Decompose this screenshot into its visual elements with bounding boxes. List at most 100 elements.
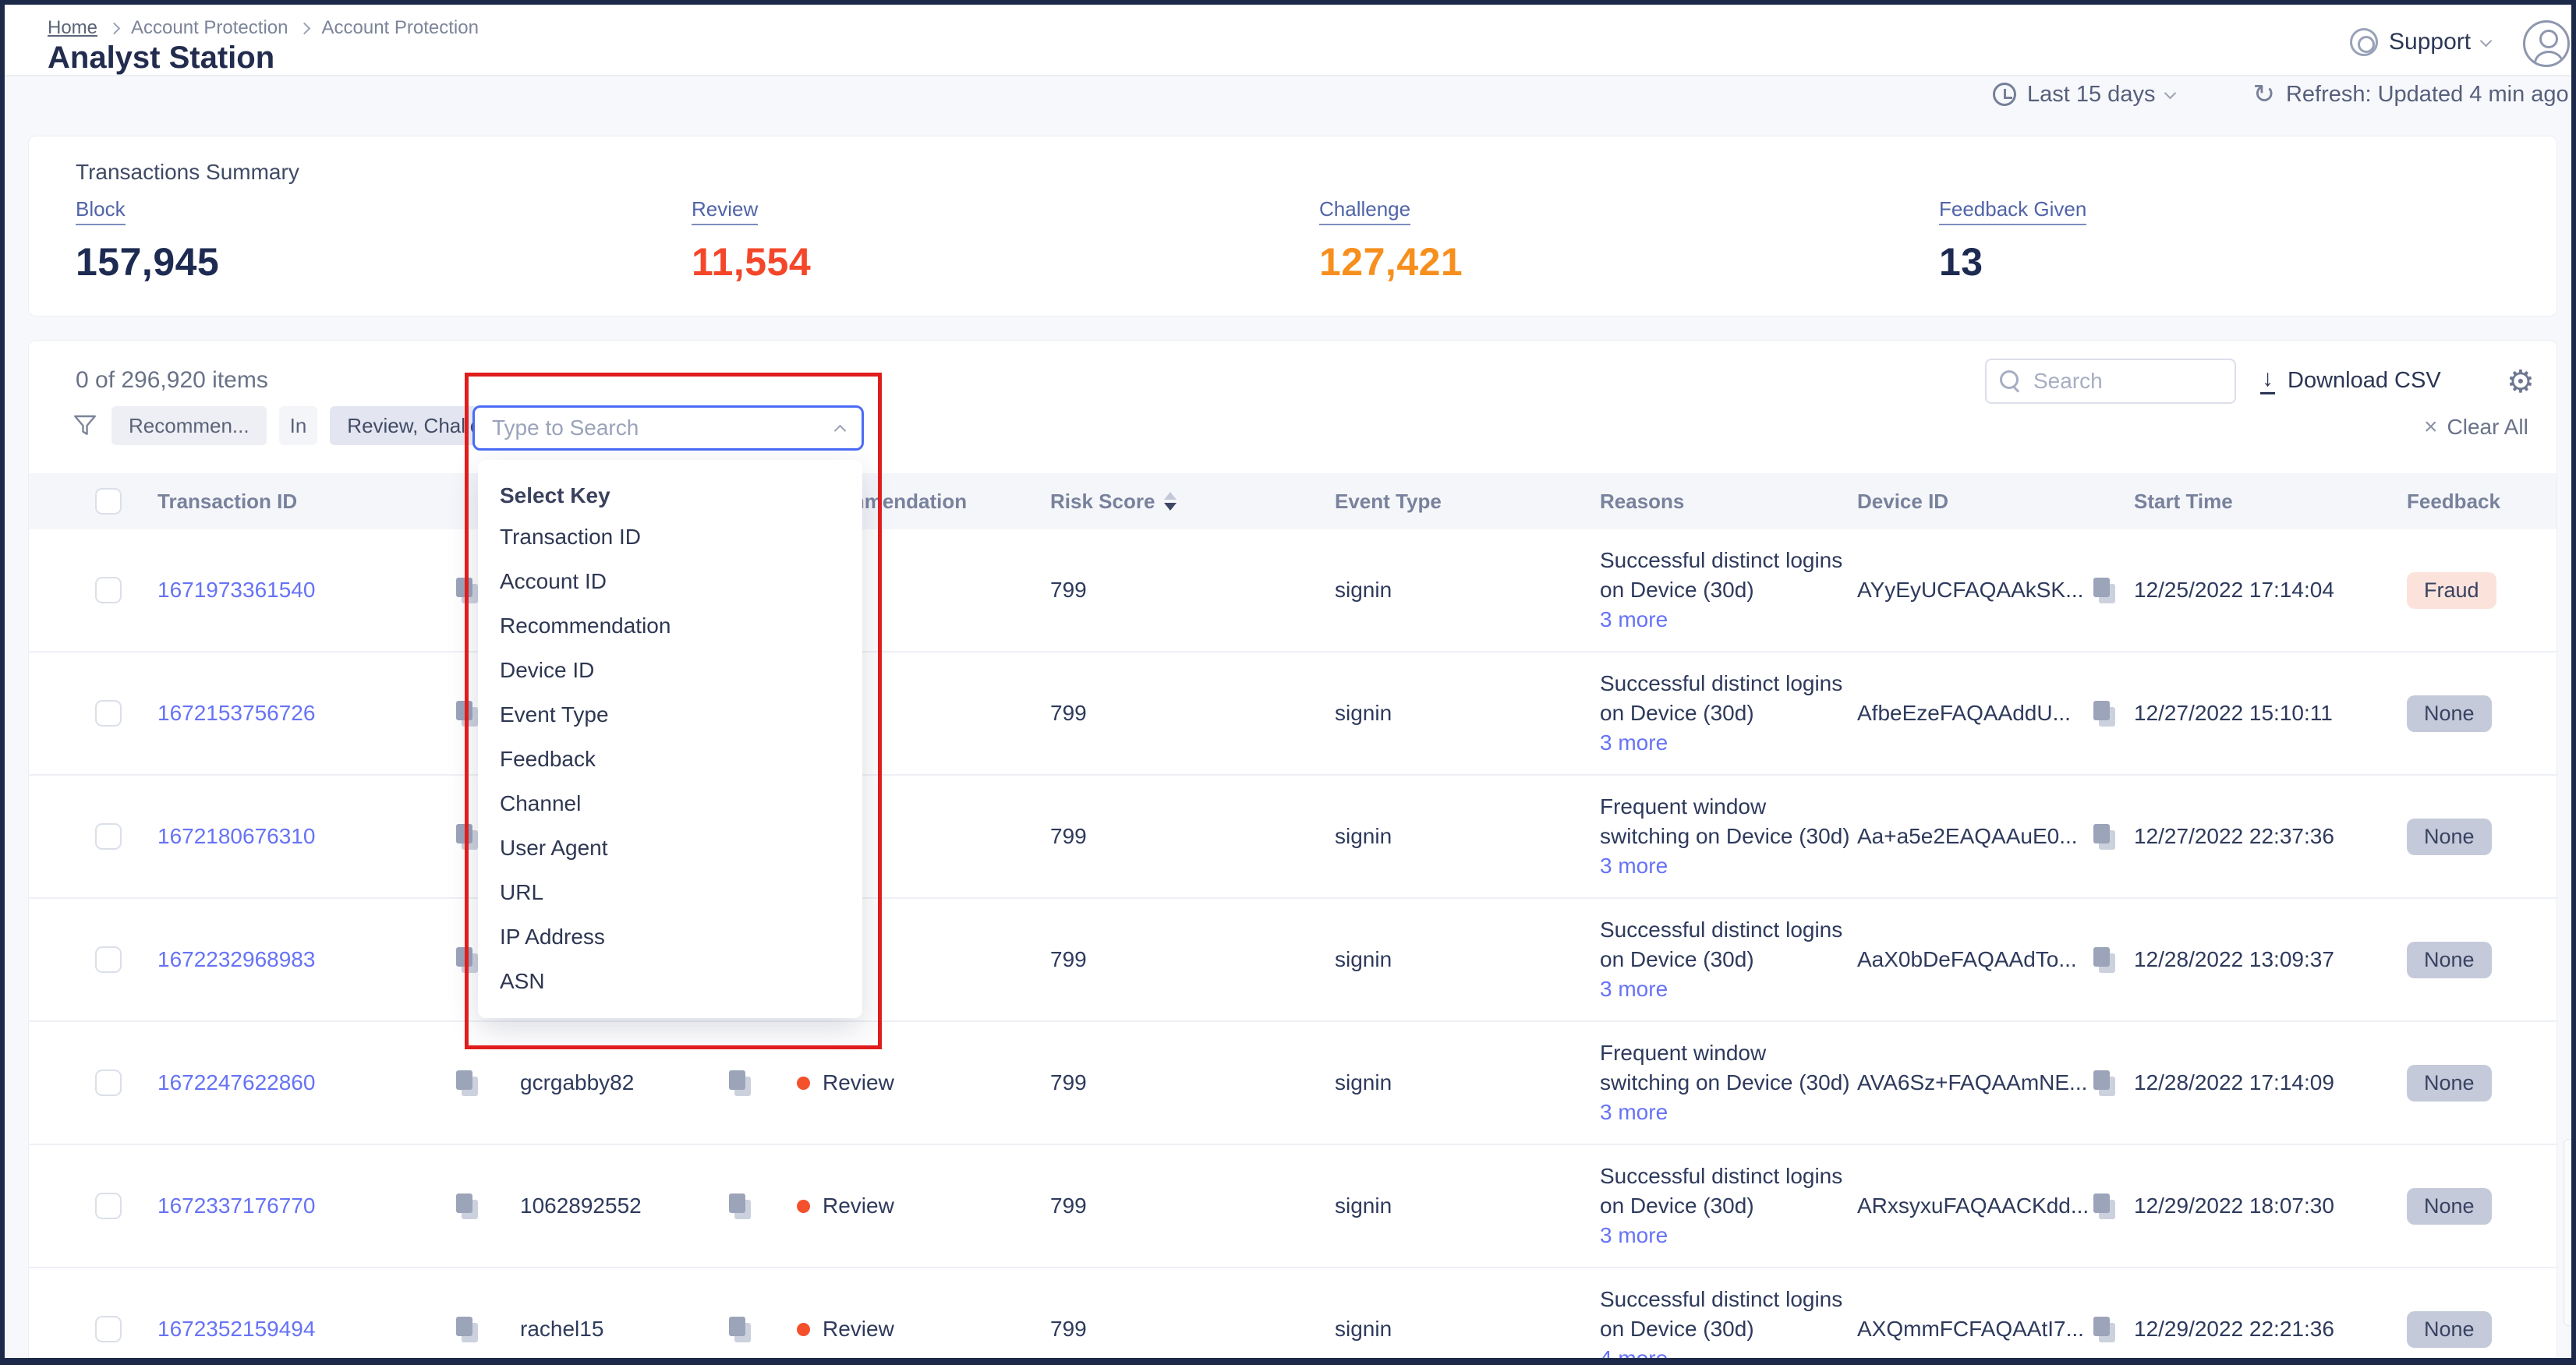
table-settings-button[interactable]: ⚙ bbox=[2507, 364, 2535, 400]
row-checkbox[interactable] bbox=[95, 823, 122, 850]
copy-icon[interactable] bbox=[727, 1314, 753, 1345]
metric-review-value: 11,554 bbox=[692, 239, 811, 285]
dropdown-option-ip-address[interactable]: IP Address bbox=[500, 914, 862, 959]
start-time-cell: 12/29/2022 22:21:36 bbox=[2134, 1317, 2407, 1342]
reason-text: Successful distinct logins on Device (30… bbox=[1600, 1285, 1857, 1344]
support-icon bbox=[2350, 28, 2378, 56]
review-dot-icon bbox=[797, 1323, 810, 1336]
select-all-checkbox[interactable] bbox=[95, 488, 122, 515]
more-reasons-link[interactable]: 4 more bbox=[1600, 1344, 1668, 1365]
more-reasons-link[interactable]: 3 more bbox=[1600, 605, 1668, 635]
metric-challenge-label[interactable]: Challenge bbox=[1319, 197, 1410, 225]
reason-text: Frequent window switching on Device (30d… bbox=[1600, 1038, 1857, 1098]
metric-challenge: Challenge 127,421 bbox=[1319, 197, 1463, 285]
breadcrumb-item[interactable]: Account Protection bbox=[131, 17, 288, 39]
feedback-badge: Fraud bbox=[2407, 572, 2496, 609]
copy-icon[interactable] bbox=[454, 698, 480, 729]
more-reasons-link[interactable]: 3 more bbox=[1600, 1221, 1668, 1250]
col-transaction-id[interactable]: Transaction ID bbox=[157, 490, 454, 514]
dropdown-option-recommendation[interactable]: Recommendation bbox=[500, 603, 862, 648]
download-csv-button[interactable]: ↓ Download CSV bbox=[2260, 367, 2441, 394]
copy-icon[interactable] bbox=[454, 1067, 480, 1098]
table-row: 1671973361540 799 signin Successful dist… bbox=[29, 529, 2557, 652]
transaction-id-link[interactable]: 1672352159494 bbox=[157, 1317, 315, 1342]
filter-chip-key[interactable]: Recommen... bbox=[111, 406, 267, 445]
user-avatar[interactable] bbox=[2523, 20, 2570, 67]
copy-icon[interactable] bbox=[2091, 1314, 2118, 1345]
copy-icon[interactable] bbox=[454, 1190, 480, 1222]
reason-text: Successful distinct logins on Device (30… bbox=[1600, 1162, 1857, 1221]
metric-challenge-value: 127,421 bbox=[1319, 239, 1463, 285]
refresh-button[interactable]: ↻ Refresh: Updated 4 min ago bbox=[2252, 81, 2568, 108]
col-event-type[interactable]: Event Type bbox=[1335, 490, 1600, 514]
copy-icon[interactable] bbox=[2091, 1190, 2118, 1222]
row-checkbox[interactable] bbox=[95, 1316, 122, 1342]
transaction-id-link[interactable]: 1671973361540 bbox=[157, 578, 315, 603]
metric-block-label[interactable]: Block bbox=[76, 197, 126, 225]
dropdown-option-channel[interactable]: Channel bbox=[500, 781, 862, 826]
row-checkbox[interactable] bbox=[95, 700, 122, 727]
dropdown-option-asn[interactable]: ASN bbox=[500, 959, 862, 1003]
row-checkbox[interactable] bbox=[95, 1070, 122, 1096]
dropdown-option-feedback[interactable]: Feedback bbox=[500, 737, 862, 781]
breadcrumb-home[interactable]: Home bbox=[48, 17, 97, 39]
more-reasons-link[interactable]: 3 more bbox=[1600, 1098, 1668, 1127]
start-time-cell: 12/28/2022 17:14:09 bbox=[2134, 1070, 2407, 1095]
feedback-badge: None bbox=[2407, 1188, 2492, 1225]
col-reasons[interactable]: Reasons bbox=[1600, 486, 1857, 516]
col-feedback[interactable]: Feedback bbox=[2407, 490, 2557, 514]
search-input[interactable] bbox=[2033, 369, 2213, 394]
clear-all-button[interactable]: × Clear All bbox=[2424, 414, 2528, 440]
copy-icon[interactable] bbox=[454, 821, 480, 852]
dropdown-option-user-agent[interactable]: User Agent bbox=[500, 826, 862, 870]
col-device-id[interactable]: Device ID bbox=[1857, 490, 2091, 514]
time-range-selector[interactable]: Last 15 days bbox=[1993, 82, 2174, 108]
col-start-time[interactable]: Start Time bbox=[2134, 490, 2407, 514]
metric-review-label[interactable]: Review bbox=[692, 197, 758, 225]
device-id-cell: ARxsyxuFAQAACKdd... bbox=[1857, 1193, 2089, 1218]
row-checkbox[interactable] bbox=[95, 1193, 122, 1219]
copy-icon[interactable] bbox=[2091, 698, 2118, 729]
table-search[interactable] bbox=[1985, 359, 2236, 404]
row-checkbox[interactable] bbox=[95, 577, 122, 603]
dropdown-option-device-id[interactable]: Device ID bbox=[500, 648, 862, 692]
support-menu[interactable]: Support bbox=[2350, 28, 2490, 56]
filter-chip-operator[interactable]: In bbox=[279, 406, 318, 445]
metric-feedback-given-label[interactable]: Feedback Given bbox=[1939, 197, 2086, 225]
transaction-id-link[interactable]: 1672153756726 bbox=[157, 701, 315, 726]
dropdown-option-url[interactable]: URL bbox=[500, 870, 862, 914]
transaction-id-link[interactable]: 1672337176770 bbox=[157, 1193, 315, 1218]
device-id-cell: AYyEyUCFAQAAkSK... bbox=[1857, 578, 2083, 603]
top-bar: Home Account Protection Account Protecti… bbox=[5, 5, 2571, 76]
sort-icon[interactable] bbox=[1164, 492, 1177, 511]
feedback-badge: None bbox=[2407, 1065, 2492, 1102]
col-risk-score[interactable]: Risk Score bbox=[1050, 490, 1335, 514]
transaction-id-link[interactable]: 1672180676310 bbox=[157, 824, 315, 849]
dropdown-option-account-id[interactable]: Account ID bbox=[500, 559, 862, 603]
risk-score-cell: 799 bbox=[1050, 1193, 1335, 1218]
more-reasons-link[interactable]: 3 more bbox=[1600, 728, 1668, 758]
copy-icon[interactable] bbox=[2091, 1067, 2118, 1098]
more-reasons-link[interactable]: 3 more bbox=[1600, 851, 1668, 881]
copy-icon[interactable] bbox=[727, 1190, 753, 1222]
risk-score-cell: 799 bbox=[1050, 824, 1335, 849]
dropdown-option-transaction-id[interactable]: Transaction ID bbox=[500, 515, 862, 559]
reason-text: Successful distinct logins on Device (30… bbox=[1600, 546, 1857, 605]
more-reasons-link[interactable]: 3 more bbox=[1600, 974, 1668, 1004]
copy-icon[interactable] bbox=[2091, 944, 2118, 975]
row-checkbox[interactable] bbox=[95, 946, 122, 973]
scrollbar-thumb[interactable] bbox=[2564, 1139, 2574, 1326]
risk-score-cell: 799 bbox=[1050, 1317, 1335, 1342]
copy-icon[interactable] bbox=[727, 1067, 753, 1098]
copy-icon[interactable] bbox=[454, 944, 480, 975]
dropdown-option-event-type[interactable]: Event Type bbox=[500, 692, 862, 737]
transaction-id-link[interactable]: 1672247622860 bbox=[157, 1070, 315, 1095]
copy-icon[interactable] bbox=[2091, 575, 2118, 606]
filter-key-input[interactable] bbox=[492, 416, 836, 440]
filter-key-combobox[interactable] bbox=[472, 405, 864, 451]
copy-icon[interactable] bbox=[454, 1314, 480, 1345]
refresh-status: Refresh: Updated 4 min ago bbox=[2286, 82, 2569, 108]
copy-icon[interactable] bbox=[454, 575, 480, 606]
transaction-id-link[interactable]: 1672232968983 bbox=[157, 947, 315, 972]
copy-icon[interactable] bbox=[2091, 821, 2118, 852]
